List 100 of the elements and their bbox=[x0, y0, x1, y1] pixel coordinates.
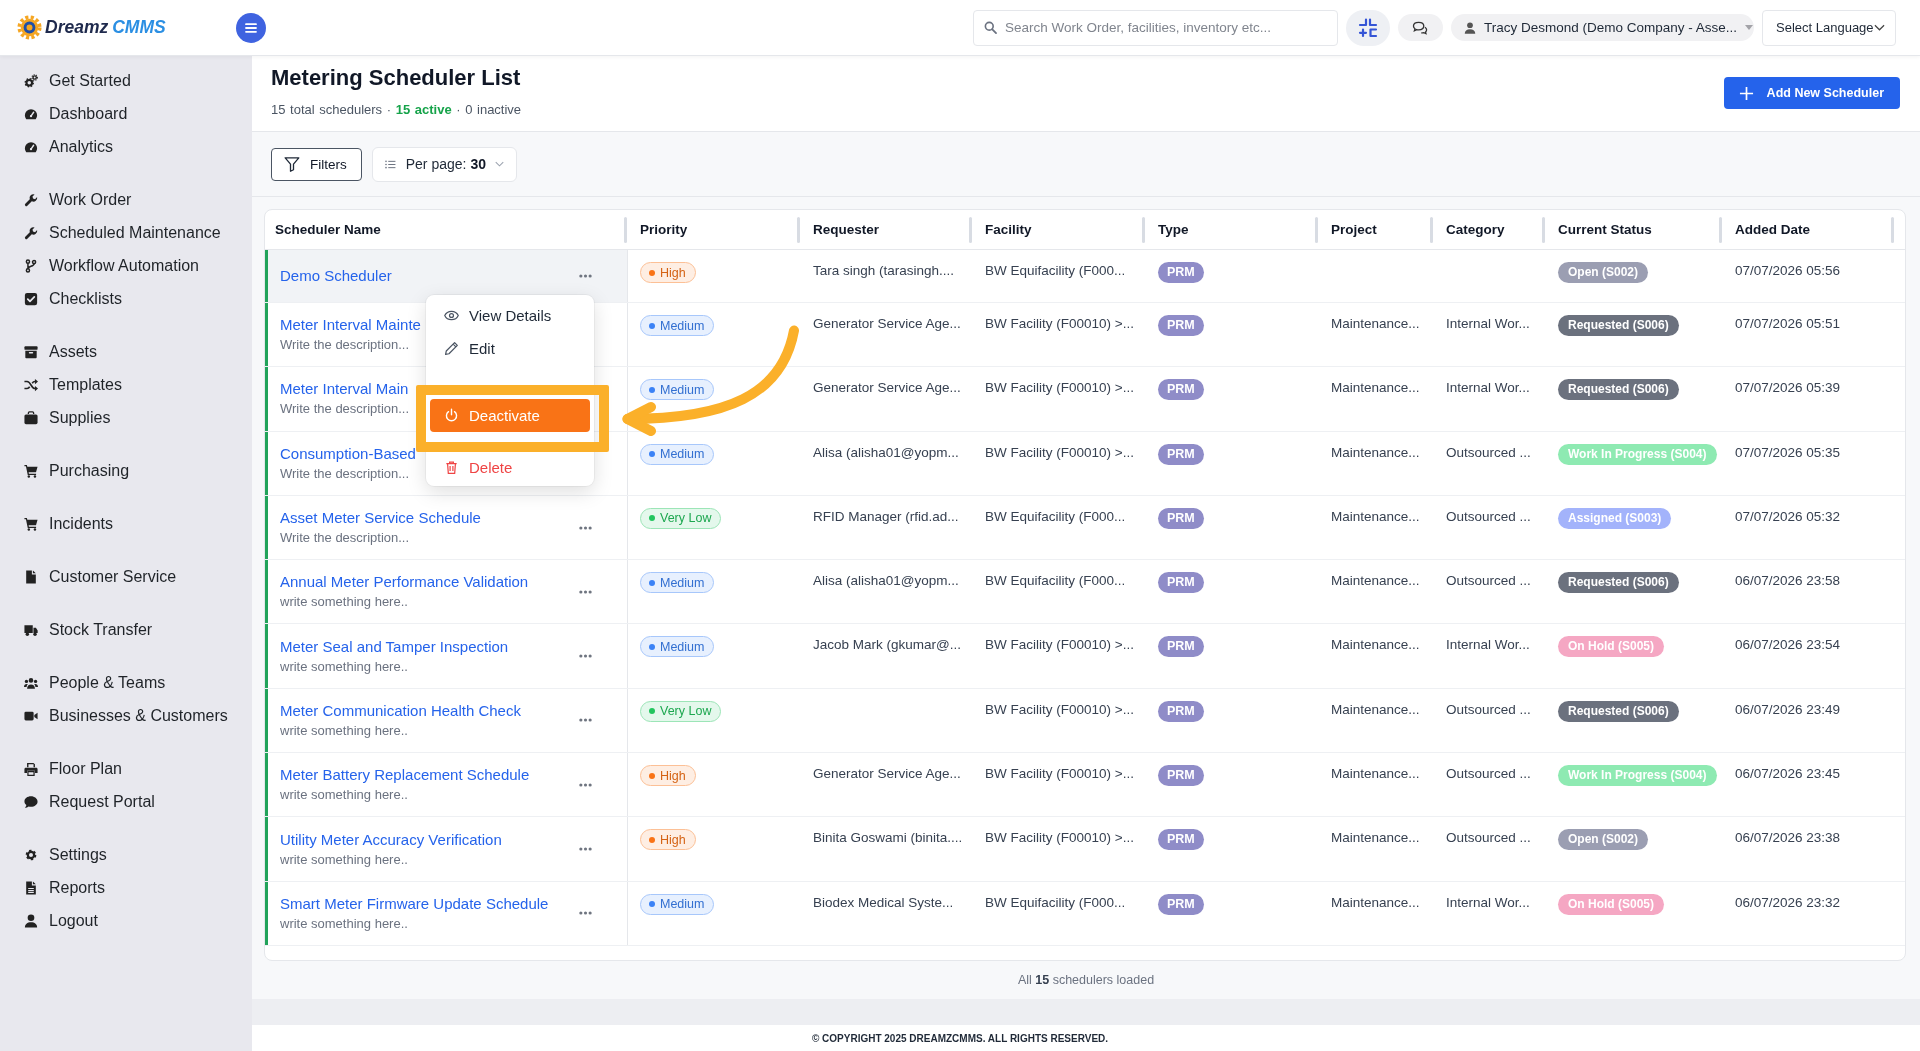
date-text: 06/07/2026 23:32 bbox=[1735, 893, 1841, 912]
sidebar-item[interactable]: Request Portal bbox=[24, 785, 155, 818]
sidebar-item[interactable]: Settings bbox=[24, 838, 107, 871]
pencil-icon bbox=[444, 341, 459, 356]
column-header[interactable]: Type bbox=[1146, 210, 1319, 250]
column-header[interactable]: Priority bbox=[628, 210, 801, 250]
cart-icon bbox=[24, 463, 38, 478]
per-page-select[interactable]: Per page: 30 bbox=[371, 146, 518, 182]
facility-text: BW Equifacility (F000... bbox=[985, 572, 1126, 591]
sidebar-item[interactable]: People & Teams bbox=[24, 666, 166, 699]
sidebar-item[interactable]: Scheduled Maintenance bbox=[24, 216, 221, 249]
scheduler-link[interactable]: Consumption-Based bbox=[280, 444, 416, 463]
sidebar-item[interactable]: Templates bbox=[24, 368, 122, 401]
sidebar-item[interactable]: Dashboard bbox=[24, 97, 128, 130]
date-text: 06/07/2026 23:45 bbox=[1735, 765, 1841, 784]
scheduler-link[interactable]: Meter Seal and Tamper Inspection bbox=[280, 637, 509, 656]
menu-toggle-button[interactable] bbox=[236, 12, 266, 43]
user-icon bbox=[24, 913, 38, 928]
scheduler-description: write something here.. bbox=[280, 722, 408, 739]
sidebar-item[interactable]: Work Order bbox=[24, 183, 132, 216]
sidebar-item[interactable]: Logout bbox=[24, 904, 98, 937]
sidebar-item[interactable]: Businesses & Customers bbox=[24, 699, 228, 732]
priority-label: Very Low bbox=[660, 510, 712, 528]
scheduler-link[interactable]: Asset Meter Service Schedule bbox=[280, 509, 481, 528]
sidebar-item[interactable]: Purchasing bbox=[24, 454, 130, 487]
filters-button[interactable]: Filters bbox=[271, 147, 362, 181]
scheduler-description: write something here.. bbox=[280, 915, 408, 932]
type-badge: PRM bbox=[1158, 507, 1204, 529]
scheduler-description: write something here.. bbox=[280, 851, 408, 868]
search-icon bbox=[984, 21, 997, 34]
category-text: Internal Wor... bbox=[1446, 315, 1530, 333]
date-text: 06/07/2026 23:49 bbox=[1735, 700, 1841, 719]
eye-icon bbox=[444, 308, 459, 323]
date-text: 07/07/2026 05:39 bbox=[1735, 379, 1841, 398]
scheduler-link[interactable]: Meter Interval Mainte bbox=[280, 316, 421, 335]
sidebar-item[interactable]: Floor Plan bbox=[24, 752, 122, 785]
status-badge: Requested (S006) bbox=[1558, 700, 1679, 722]
printer-icon bbox=[24, 761, 38, 776]
chat-button[interactable] bbox=[1398, 14, 1443, 41]
scheduler-link[interactable]: Meter Communication Health Check bbox=[280, 701, 521, 720]
requester-text: RFID Manager (rfid.ad... bbox=[813, 507, 959, 526]
priority-label: Medium bbox=[660, 639, 705, 656]
column-header[interactable]: Project bbox=[1319, 210, 1434, 250]
scheduler-link[interactable]: Annual Meter Performance Validation bbox=[280, 573, 529, 592]
column-header[interactable]: Facility bbox=[973, 210, 1146, 250]
sidebar-item[interactable]: Workflow Automation bbox=[24, 249, 199, 282]
menu-item[interactable]: Delete bbox=[430, 453, 590, 482]
sidebar-item[interactable]: Assets bbox=[24, 335, 97, 368]
requester-text: Generator Service Age... bbox=[813, 379, 961, 398]
date-text: 06/07/2026 23:54 bbox=[1735, 636, 1841, 655]
scheduler-link[interactable]: Demo Scheduler bbox=[280, 267, 392, 285]
scheduler-link[interactable]: Meter Interval Main bbox=[280, 380, 409, 399]
layout-button[interactable] bbox=[1346, 9, 1390, 46]
user-menu[interactable]: Tracy Desmond (Demo Company - Asse... bbox=[1451, 14, 1754, 41]
sidebar-item[interactable]: Checklists bbox=[24, 282, 122, 315]
scheduler-description: write something here.. bbox=[280, 787, 408, 804]
checkbox-icon bbox=[24, 291, 38, 306]
search-field[interactable]: Search Work Order, facilities, inventory etc... bbox=[973, 9, 1338, 46]
sidebar-item[interactable]: Incidents bbox=[24, 507, 114, 540]
menu-item[interactable]: View Details bbox=[430, 299, 590, 332]
sidebar-item[interactable]: Customer Service bbox=[24, 560, 177, 593]
status-badge: Requested (S006) bbox=[1558, 379, 1679, 401]
column-header[interactable]: Current Status bbox=[1546, 210, 1723, 250]
add-scheduler-button[interactable]: Add New Scheduler bbox=[1723, 77, 1900, 109]
logo-wordmark: Dreamz bbox=[45, 17, 109, 38]
facility-text: BW Equifacility (F000... bbox=[985, 507, 1126, 526]
column-header[interactable]: Category bbox=[1434, 210, 1546, 250]
facility-text: BW Equifacility (F000... bbox=[985, 893, 1126, 912]
type-badge: PRM bbox=[1158, 572, 1204, 594]
scheduler-link[interactable]: Smart Meter Firmware Update Schedule bbox=[280, 894, 549, 913]
type-badge: PRM bbox=[1158, 765, 1204, 787]
logo-accent-text: CMMS bbox=[112, 17, 166, 38]
column-header[interactable]: Scheduler Name bbox=[265, 210, 628, 250]
project-text: Maintenance... bbox=[1331, 443, 1420, 462]
type-badge: PRM bbox=[1158, 893, 1204, 915]
gears-icon bbox=[24, 73, 38, 88]
scheduler-link[interactable]: Meter Battery Replacement Schedule bbox=[280, 766, 530, 785]
facility-text: BW Facility (F00010) >... bbox=[985, 636, 1134, 655]
date-text: 07/07/2026 05:51 bbox=[1735, 315, 1841, 333]
scheduler-link[interactable]: Utility Meter Accuracy Verification bbox=[280, 830, 502, 849]
copyright-text: © COPYRIGHT 2025 DREAMZCMMS. ALL RIGHTS RESERVED. bbox=[811, 1032, 1109, 1044]
caret-icon bbox=[1745, 25, 1754, 30]
status-badge: On Hold (S005) bbox=[1558, 893, 1664, 915]
project-text: Maintenance... bbox=[1331, 765, 1420, 784]
menu-item[interactable]: Edit bbox=[430, 332, 590, 365]
column-header[interactable]: Requester bbox=[801, 210, 973, 250]
language-select[interactable]: Select Language bbox=[1762, 9, 1896, 46]
sidebar-item[interactable]: Supplies bbox=[24, 401, 111, 434]
shuffle-icon bbox=[24, 377, 38, 392]
settings-icon bbox=[24, 847, 38, 862]
category-text: Outsourced ... bbox=[1446, 507, 1531, 526]
filter-icon bbox=[284, 156, 300, 172]
sidebar-item[interactable]: Reports bbox=[24, 871, 106, 904]
column-header[interactable]: Added Date bbox=[1723, 210, 1895, 250]
sidebar-item[interactable]: Stock Transfer bbox=[24, 613, 153, 646]
scheduler-description: Write the description... bbox=[280, 401, 410, 418]
type-badge: PRM bbox=[1158, 262, 1204, 283]
sidebar-item[interactable]: Get Started bbox=[24, 64, 131, 97]
sidebar-item[interactable]: Analytics bbox=[24, 130, 114, 163]
menu-icon bbox=[245, 22, 257, 33]
